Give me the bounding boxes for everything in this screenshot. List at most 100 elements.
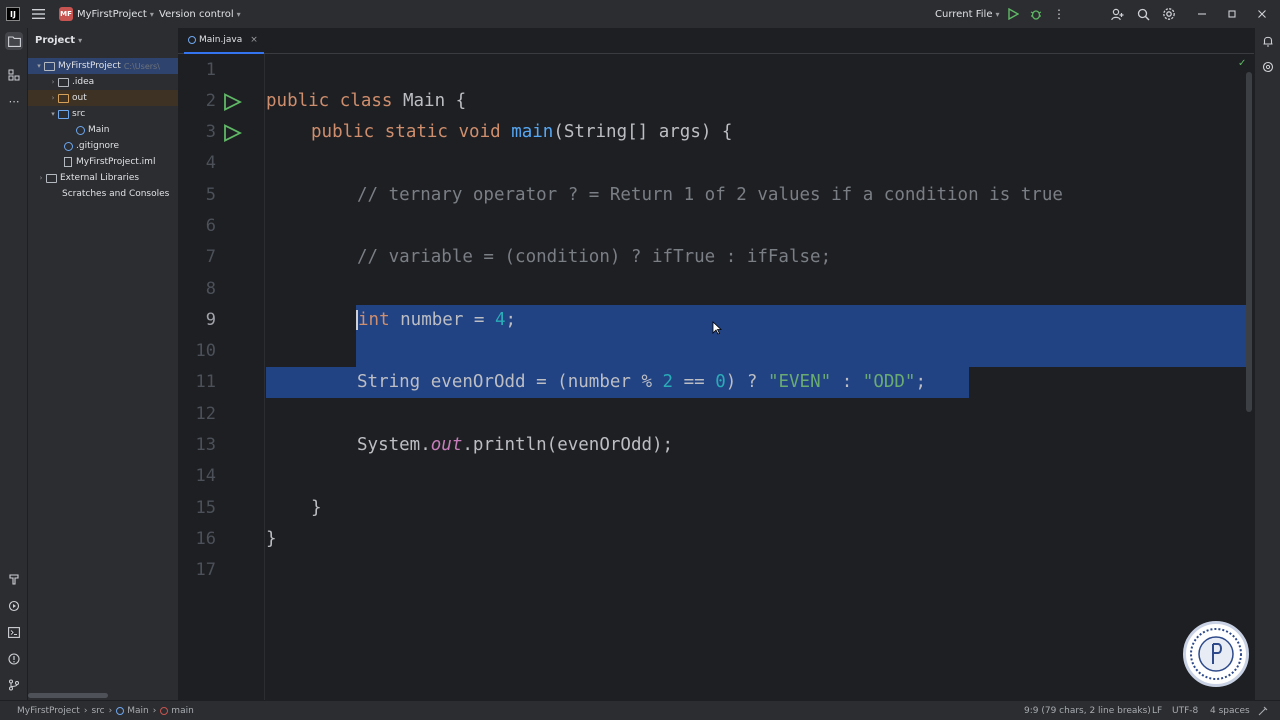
maximize-icon[interactable]: [1225, 7, 1239, 21]
problems-tool-icon[interactable]: [5, 650, 23, 668]
source-folder-icon: [58, 109, 69, 119]
horizontal-scrollbar[interactable]: [28, 693, 108, 698]
more-tools-icon[interactable]: ⋯: [5, 92, 23, 110]
tree-item-main[interactable]: Main: [28, 122, 178, 138]
structure-tool-icon[interactable]: [5, 66, 23, 84]
tree-item-scratches[interactable]: Scratches and Consoles: [28, 186, 178, 202]
no-problems-check-icon[interactable]: ✓: [1238, 58, 1246, 69]
project-tool-icon[interactable]: [5, 32, 23, 50]
right-tool-strip: [1254, 28, 1280, 700]
chevron-down-icon: ▾: [149, 9, 154, 19]
minimize-icon[interactable]: [1195, 7, 1209, 21]
tree-item-external-libraries[interactable]: › External Libraries: [28, 170, 178, 186]
code-line: 17: [178, 555, 1254, 586]
line-number: 16: [195, 529, 216, 549]
tab-main-java[interactable]: Main.java ×: [184, 28, 264, 54]
file-encoding[interactable]: UTF-8: [1172, 701, 1198, 720]
tab-label: Main.java: [199, 35, 243, 45]
module-icon: [8, 706, 14, 715]
ai-assistant-icon[interactable]: [1259, 58, 1277, 76]
run-configuration-selector[interactable]: Current File ▾: [935, 0, 1000, 28]
code-line: 2 public class Main {: [178, 86, 1254, 117]
notifications-icon[interactable]: [1259, 32, 1277, 50]
project-badge: MF: [59, 7, 73, 21]
read-only-lock-icon[interactable]: [1258, 701, 1268, 720]
search-icon[interactable]: [1136, 7, 1150, 21]
settings-gear-icon[interactable]: [1162, 7, 1176, 21]
tree-item-root[interactable]: ▾ MyFirstProject C:\Users\: [28, 58, 178, 74]
tree-item-label: MyFirstProject.iml: [76, 157, 156, 167]
line-number: 11: [195, 372, 216, 392]
scratches-icon: [48, 190, 59, 199]
chevron-down-icon: ▾: [995, 9, 1000, 19]
code-line: 1: [178, 55, 1254, 86]
build-tool-icon[interactable]: [5, 570, 23, 588]
breadcrumb-item[interactable]: src: [91, 706, 104, 716]
close-tab-icon[interactable]: ×: [250, 35, 258, 45]
project-panel: Project ▾ ▾ MyFirstProject C:\Users\ › .i…: [28, 28, 178, 700]
library-icon: [46, 173, 57, 183]
file-icon: [64, 157, 72, 167]
tree-item-idea[interactable]: › .idea: [28, 74, 178, 90]
terminal-tool-icon[interactable]: [5, 623, 23, 641]
folder-icon: [58, 77, 69, 87]
tree-item-iml[interactable]: MyFirstProject.iml: [28, 154, 178, 170]
line-number: 13: [195, 435, 216, 455]
services-tool-icon[interactable]: [5, 597, 23, 615]
breadcrumb-item[interactable]: Main: [127, 706, 149, 716]
java-class-icon: [116, 706, 125, 715]
vertical-scrollbar[interactable]: [1246, 72, 1252, 412]
caret-position[interactable]: 9:9 (79 chars, 2 line breaks): [1024, 701, 1151, 720]
root-path: C:\Users\: [123, 61, 160, 71]
run-gutter-icon[interactable]: [222, 124, 242, 142]
run-gutter-icon[interactable]: [222, 93, 242, 111]
git-tool-icon[interactable]: [5, 676, 23, 694]
left-tool-strip: ⋯: [0, 28, 28, 700]
more-actions-icon[interactable]: ⋮: [1052, 7, 1066, 21]
code-line: 8: [178, 274, 1254, 305]
code-line: 7 // variable = (condition) ? ifTrue : i…: [178, 242, 1254, 273]
chevron-right-icon: ›: [152, 705, 157, 716]
line-number: 2: [205, 91, 216, 111]
line-number: 1: [205, 60, 216, 80]
tree-item-src[interactable]: ▾ src: [28, 106, 178, 122]
main-menu-icon[interactable]: [32, 0, 46, 28]
tree-item-out[interactable]: › out: [28, 90, 178, 106]
run-icon[interactable]: [1006, 7, 1020, 21]
code-text: }: [266, 529, 277, 549]
project-panel-title[interactable]: Project ▾: [35, 35, 82, 46]
code-line: 5 // ternary operator ? = Return 1 of 2 …: [178, 180, 1254, 211]
line-ending[interactable]: LF: [1152, 701, 1162, 720]
project-name: MyFirstProject: [77, 8, 147, 20]
indent-setting[interactable]: 4 spaces: [1210, 701, 1250, 720]
title-bar: IJ MF MyFirstProject ▾ Version control ▾ C…: [0, 0, 1280, 28]
line-number: 6: [205, 216, 216, 236]
code-line: 13 System.out.println(evenOrOdd);: [178, 430, 1254, 461]
mouse-cursor-icon: [712, 321, 722, 335]
tree-item-label: .idea: [72, 77, 95, 87]
java-class-icon: [76, 125, 85, 135]
debug-icon[interactable]: [1029, 7, 1043, 21]
tree-item-label: out: [72, 93, 87, 103]
tree-item-label: External Libraries: [60, 173, 140, 183]
editor-tab-bar: Main.java ×: [178, 28, 1254, 54]
project-selector[interactable]: MyFirstProject ▾: [77, 0, 154, 28]
breadcrumb-item[interactable]: MyFirstProject: [17, 706, 80, 716]
chevron-down-icon: ▾: [51, 110, 55, 118]
version-control-menu[interactable]: Version control ▾: [159, 0, 241, 28]
tree-item-label: src: [72, 109, 86, 119]
line-number: 14: [195, 466, 216, 486]
code-line: 11 String evenOrOdd = (number % 2 == 0) …: [178, 367, 1254, 398]
run-config-label: Current File: [935, 8, 993, 20]
tree-item-gitignore[interactable]: .gitignore: [28, 138, 178, 154]
breadcrumb-item[interactable]: main: [171, 706, 194, 716]
code-line: 14: [178, 461, 1254, 492]
chevron-right-icon: ›: [108, 705, 113, 716]
code-editor[interactable]: 1 2 public class Main { 3 public static …: [178, 54, 1254, 700]
close-icon[interactable]: [1255, 7, 1269, 21]
line-number: 4: [205, 153, 216, 173]
code-comment: // ternary operator ? = Return 1 of 2 va…: [357, 185, 1063, 205]
line-number: 9: [205, 310, 216, 330]
add-user-icon[interactable]: [1110, 7, 1124, 21]
chevron-down-icon: ▾: [37, 62, 41, 70]
